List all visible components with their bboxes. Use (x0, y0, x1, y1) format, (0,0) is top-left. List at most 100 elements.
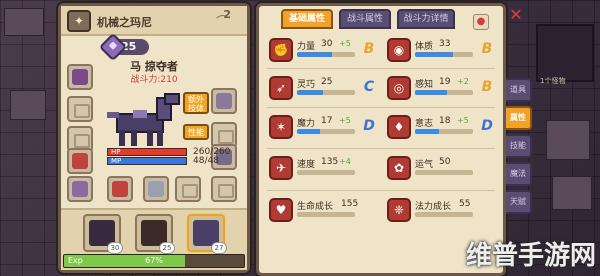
side-tab-magic[interactable]: 魔法 (506, 162, 532, 186)
tab-combat-attributes[interactable]: 战斗属性 (339, 9, 391, 29)
stat-row: ✈ 速度 135 +4 (269, 156, 385, 182)
row-divider (267, 68, 495, 69)
stat-label: 力量 (297, 42, 316, 52)
stat-value: 55 (459, 199, 471, 209)
stat-row: ◎ 感知 19 +2 B (387, 76, 503, 102)
stat-icon: ✈ (269, 156, 293, 180)
stat-value: 135 (321, 157, 339, 167)
side-tab-talent[interactable]: 天赋 (506, 190, 532, 214)
dungeon-floor-tile (10, 90, 46, 120)
stat-bar (297, 129, 355, 134)
stat-bar (297, 212, 355, 217)
pet-slot[interactable]: 30 (83, 214, 123, 254)
equip-slot-armor[interactable] (67, 148, 93, 174)
stat-row: ✊ 力量 30 +5 B (269, 38, 385, 64)
equip-slot-gauntlet[interactable] (211, 88, 237, 114)
level-gem-icon (98, 32, 128, 62)
pet-header: ✦ 机械之玛尼 2 ⌒ (61, 6, 247, 36)
dungeon-floor-tile (552, 176, 592, 210)
stat-label: 灵巧 (297, 80, 316, 90)
stat-bonus: +2 (457, 77, 469, 86)
stat-icon: ✿ (387, 156, 411, 180)
side-tab-skills[interactable]: 技能 (506, 134, 532, 158)
stat-value: 18 (439, 116, 451, 126)
hp-label: HP (111, 148, 121, 156)
minimap-label: 1个怪物 (540, 77, 566, 85)
stat-row: ◉ 体质 33 B (387, 38, 503, 64)
stat-label: 感知 (415, 80, 434, 90)
stat-bar-fill (297, 52, 332, 57)
stat-row: ♥ 生命成长 155 (269, 198, 385, 224)
pet-info-panel: ✦ 机械之玛尼 2 ⌒ 25 马 掠夺者 战斗力:210 额外 技体 性能 HP… (58, 3, 250, 273)
stat-bar (415, 170, 473, 175)
pet-level: 30 (107, 242, 123, 254)
gauntlet-icon (216, 93, 232, 109)
minimap[interactable] (536, 24, 594, 82)
stat-icon: ◉ (387, 38, 411, 62)
stat-icon: ◎ (387, 76, 411, 100)
stat-row: ♦ 意志 18 +5 D (387, 115, 503, 141)
level-badge: 25 (98, 32, 149, 62)
stat-label: 生命成长 (297, 202, 334, 212)
pet-slot[interactable]: 25 (135, 214, 175, 254)
equip-slot-accessory[interactable] (67, 176, 93, 202)
pet-emblem-icon: ✦ (67, 10, 91, 32)
stat-row: ➶ 灵巧 25 C (269, 76, 385, 102)
stat-bar-fill (297, 90, 324, 95)
stat-value: 30 (321, 39, 333, 49)
pet-slot-selected[interactable]: 27 (187, 214, 227, 254)
armor-icon (72, 153, 88, 169)
stat-bonus: +5 (339, 39, 351, 48)
stat-value: 155 (341, 199, 359, 209)
row-divider (267, 190, 495, 191)
stat-label: 法力成长 (415, 202, 452, 212)
stat-value: 50 (439, 157, 451, 167)
stat-bar-fill (415, 52, 453, 57)
equip-slot-saddle[interactable] (107, 176, 133, 202)
equip-slot-empty[interactable] (211, 176, 237, 202)
accessory-icon (72, 181, 88, 197)
tab-basic-attributes[interactable]: 基础属性 (281, 9, 333, 29)
stat-bar-fill (297, 129, 321, 134)
pet-level: 25 (159, 242, 175, 254)
stat-bonus: +5 (339, 116, 351, 125)
close-icon[interactable]: ✕ (507, 6, 525, 24)
hp-mp-bars: HP MP (107, 148, 187, 166)
stat-label: 意志 (415, 119, 434, 129)
stat-bar-fill (415, 129, 440, 134)
equip-slot-empty[interactable] (175, 176, 201, 202)
equip-slot-weapon[interactable] (143, 176, 169, 202)
stat-bonus: +4 (339, 157, 351, 166)
lock-icon[interactable]: ● (473, 14, 489, 30)
stat-icon: ✶ (269, 115, 293, 139)
hanger-icon[interactable]: ⌒ (211, 12, 235, 31)
stat-bonus: +5 (457, 116, 469, 125)
stat-bar-fill (415, 90, 447, 95)
stat-grade: D (363, 118, 375, 134)
tab-combat-power-details[interactable]: 战斗力详情 (397, 9, 455, 29)
stat-row: ✶ 魔力 17 +5 D (269, 115, 385, 141)
stat-value: 17 (321, 116, 333, 126)
pet-roster: 30 25 27 Exp 67% (61, 208, 247, 270)
mp-bar: MP (107, 157, 187, 165)
stat-grade: B (481, 79, 493, 95)
stat-label: 速度 (297, 160, 316, 170)
row-divider (267, 107, 495, 108)
stat-value: 19 (439, 77, 451, 87)
stat-label: 运气 (415, 160, 434, 170)
stat-grade: B (363, 41, 375, 57)
stat-icon: ✊ (269, 38, 293, 62)
equip-slot-helmet[interactable] (67, 64, 93, 90)
ability-label: 性能 (188, 128, 204, 137)
equip-slot-empty[interactable] (67, 96, 93, 122)
mp-value: 48/48 (193, 156, 219, 166)
stat-icon: ❈ (387, 198, 411, 222)
side-tab-attributes[interactable]: 属性 (506, 106, 532, 130)
side-tab-items[interactable]: 道具 (506, 78, 532, 102)
pet-title: 机械之玛尼 (97, 16, 152, 29)
dungeon-floor-tile (4, 8, 44, 36)
stat-grade: D (481, 118, 493, 134)
row-divider (267, 148, 495, 149)
stat-bar (415, 90, 473, 95)
stat-bar (415, 52, 473, 57)
